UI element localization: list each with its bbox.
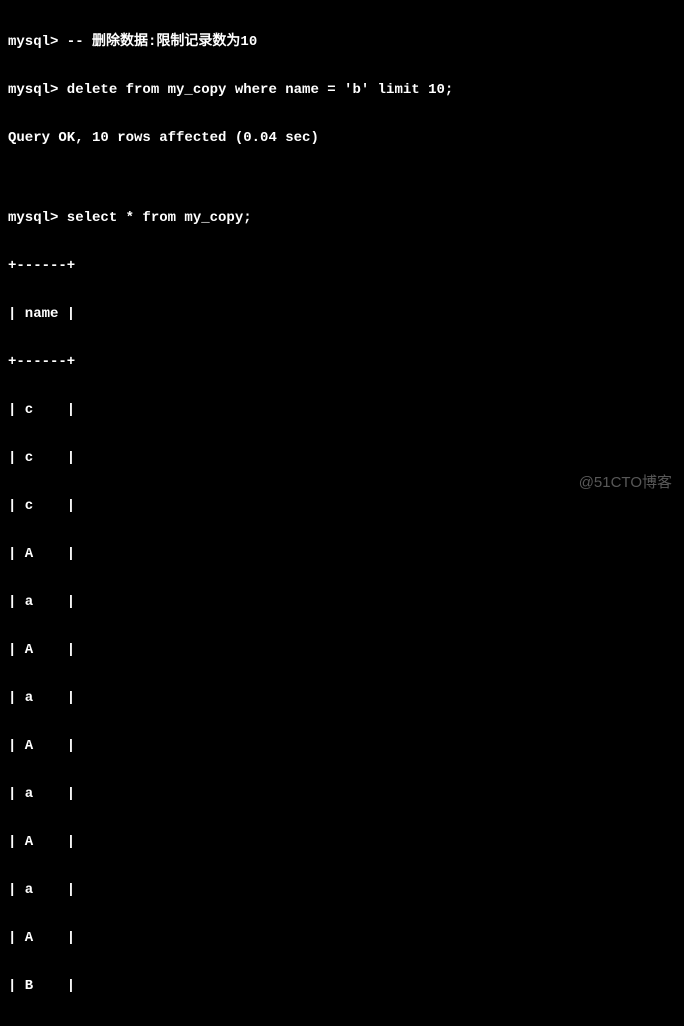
table-row: | A | <box>8 834 676 850</box>
table-row: | a | <box>8 690 676 706</box>
table-row: | c | <box>8 450 676 466</box>
watermark-text: @51CTO博客 <box>579 475 672 491</box>
table-row: | A | <box>8 642 676 658</box>
delete-query-line: mysql> delete from my_copy where name = … <box>8 82 676 98</box>
table-border-mid: +------+ <box>8 354 676 370</box>
table-row: | A | <box>8 930 676 946</box>
table-row: | c | <box>8 498 676 514</box>
table-border-top: +------+ <box>8 258 676 274</box>
mysql-terminal[interactable]: mysql> -- 删除数据:限制记录数为10 mysql> delete fr… <box>0 0 684 1026</box>
table-header: | name | <box>8 306 676 322</box>
select-query-line: mysql> select * from my_copy; <box>8 210 676 226</box>
table-row: | a | <box>8 786 676 802</box>
table-row: | a | <box>8 594 676 610</box>
table-row: | B | <box>8 978 676 994</box>
table-row: | c | <box>8 402 676 418</box>
table-row: | a | <box>8 882 676 898</box>
comment-line: mysql> -- 删除数据:限制记录数为10 <box>8 34 676 50</box>
table-row: | A | <box>8 738 676 754</box>
query-ok-line: Query OK, 10 rows affected (0.04 sec) <box>8 130 676 146</box>
table-row: | A | <box>8 546 676 562</box>
